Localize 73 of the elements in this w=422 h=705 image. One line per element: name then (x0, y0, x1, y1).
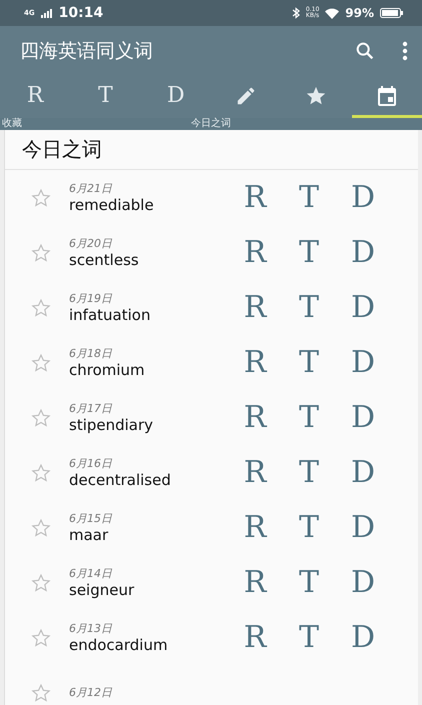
dictionary-link[interactable]: D (347, 565, 379, 600)
dictionary-link[interactable]: T (293, 290, 325, 325)
tab-title: 今日之词 (191, 118, 231, 130)
dictionary-link[interactable]: R (239, 235, 271, 270)
dictionary-link[interactable]: T (293, 235, 325, 270)
dictionary-link[interactable]: R (239, 510, 271, 545)
word-text[interactable]: decentralised (69, 471, 239, 489)
tab[interactable]: D (140, 76, 211, 118)
dictionary-link[interactable]: T (293, 565, 325, 600)
word-text[interactable]: chromium (69, 361, 239, 379)
star-button[interactable] (31, 628, 51, 648)
word-date: 6月12日 (69, 685, 113, 700)
word-date: 6月14日 (69, 566, 113, 581)
word-date: 6月16日 (69, 456, 113, 471)
dictionary-link[interactable]: T (293, 510, 325, 545)
star-icon (305, 84, 328, 106)
word-date: 6月18日 (69, 346, 113, 361)
dictionary-link[interactable]: T (293, 180, 325, 215)
star-button[interactable] (31, 572, 51, 592)
dictionary-link[interactable]: D (347, 510, 379, 545)
dictionary-link[interactable]: T (293, 620, 325, 655)
tab[interactable]: R (0, 76, 70, 118)
word-text[interactable]: infatuation (69, 306, 239, 324)
dictionary-link[interactable]: R (239, 565, 271, 600)
dictionary-link[interactable]: D (347, 180, 379, 215)
bluetooth-icon (292, 7, 300, 19)
word-text[interactable]: scentless (69, 251, 239, 269)
star-button[interactable] (31, 298, 51, 318)
tab-title: 收藏 (2, 118, 22, 130)
card-title: 今日之词 (5, 130, 418, 170)
dictionary-link[interactable]: R (239, 620, 271, 655)
star-button[interactable] (31, 408, 51, 428)
star-button[interactable] (31, 462, 51, 482)
signal-icon (40, 8, 53, 18)
more-menu-button[interactable] (402, 41, 408, 61)
dictionary-link[interactable]: T (293, 400, 325, 435)
word-text[interactable]: seigneur (69, 581, 239, 599)
word-text[interactable]: endocardium (69, 636, 239, 654)
word-date: 6月19日 (69, 291, 113, 306)
dictionary-link[interactable]: D (347, 455, 379, 490)
clock-time: 10:14 (58, 5, 104, 21)
battery-percent: 99% (345, 6, 374, 20)
word-text[interactable]: maar (69, 526, 239, 544)
word-date: 6月20日 (69, 236, 113, 251)
word-date: 6月17日 (69, 401, 113, 416)
dictionary-link[interactable]: D (347, 400, 379, 435)
dictionary-link[interactable]: R (239, 290, 271, 325)
battery-icon (380, 8, 404, 18)
dictionary-link[interactable]: T (293, 455, 325, 490)
wifi-icon (325, 8, 340, 18)
dictionary-link[interactable]: T (293, 345, 325, 380)
tab[interactable]: T (70, 76, 141, 118)
dictionary-link[interactable]: R (239, 400, 271, 435)
word-date: 6月13日 (69, 621, 113, 636)
star-button[interactable] (31, 518, 51, 538)
dictionary-link[interactable]: R (239, 180, 271, 215)
pencil-icon (235, 84, 258, 106)
word-date: 6月15日 (69, 511, 113, 526)
star-button[interactable] (31, 188, 51, 208)
word-text[interactable]: stipendiary (69, 416, 239, 434)
dictionary-link[interactable]: R (239, 345, 271, 380)
star-button[interactable] (31, 682, 51, 702)
dictionary-link[interactable]: D (347, 290, 379, 325)
app-title: 四海英语同义词 (20, 39, 154, 64)
dictionary-link[interactable]: D (347, 235, 379, 270)
dictionary-link[interactable]: R (239, 455, 271, 490)
star-button[interactable] (31, 352, 51, 372)
search-button[interactable] (354, 40, 376, 62)
dictionary-link[interactable]: D (347, 620, 379, 655)
word-date: 6月21日 (69, 181, 113, 196)
star-button[interactable] (31, 242, 51, 262)
word-text[interactable]: remediable (69, 196, 239, 214)
dictionary-link[interactable]: D (347, 345, 379, 380)
